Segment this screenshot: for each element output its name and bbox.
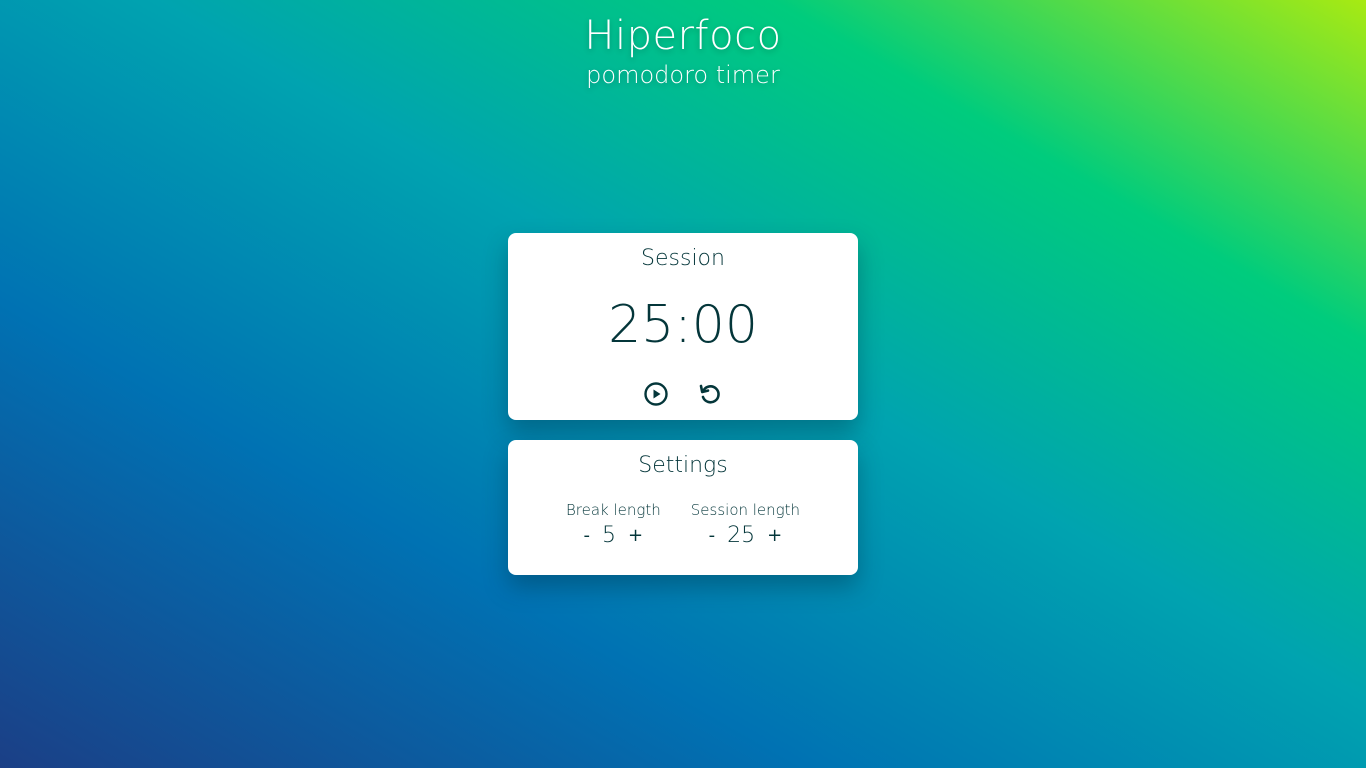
session-length-setting: Session length - 25 + [691,500,800,550]
break-length-value: 5 [602,523,617,548]
timer-controls [508,381,858,407]
break-length-label: Break length [565,501,661,519]
timer-label: Session [641,246,725,271]
settings-title: Settings [638,453,728,478]
reset-icon [699,384,720,404]
time-display: 25:00 [608,295,758,355]
app-subtitle: pomodoro timer [586,61,780,89]
timer-card: Session 25:00 [508,233,858,420]
app-header: Hiperfoco pomodoro timer [0,12,1366,90]
session-length-label: Session length [690,501,801,519]
break-length-stepper: - 5 + [582,522,646,550]
break-decrement-button[interactable]: - [582,524,593,548]
app-title: Hiperfoco [584,13,782,59]
break-length-setting: Break length - 5 + [566,500,661,550]
session-length-value: 25 [727,523,756,548]
session-length-stepper: - 25 + [707,522,785,550]
settings-row: Break length - 5 + Session length - 25 + [508,500,858,550]
session-decrement-button[interactable]: - [707,524,718,548]
session-increment-button[interactable]: + [765,524,784,548]
play-circle-icon [644,382,668,406]
settings-card: Settings Break length - 5 + Session leng… [508,440,858,575]
start-button[interactable] [643,381,669,407]
break-increment-button[interactable]: + [626,524,645,548]
reset-button[interactable] [697,381,723,407]
